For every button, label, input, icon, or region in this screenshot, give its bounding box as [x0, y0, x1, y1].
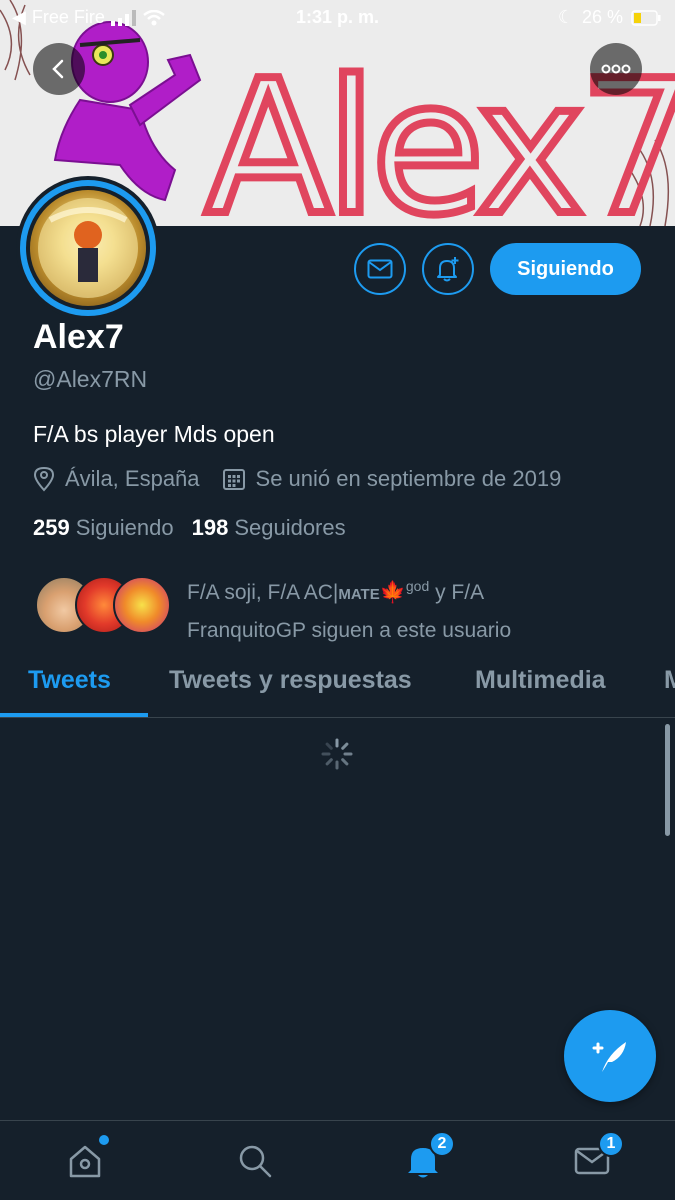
battery-percent: 26 %	[581, 7, 623, 27]
battery-icon	[631, 9, 661, 26]
profile-name: Alex7	[33, 318, 124, 356]
scrollbar[interactable]	[665, 724, 670, 836]
maple-leaf-emoji: 🍁	[379, 581, 406, 604]
compose-tweet-button[interactable]	[564, 1010, 656, 1102]
tab-likes[interactable]: M	[664, 666, 675, 695]
profile-meta: Ávila, España Se unió en septiembre de 2…	[33, 466, 583, 492]
home-unread-dot	[99, 1135, 109, 1145]
back-button[interactable]	[33, 43, 85, 95]
known-followers-line1-suffix: y F/A	[429, 581, 485, 604]
search-icon	[239, 1145, 272, 1178]
followers-count: 198	[191, 515, 229, 540]
followers-count-link[interactable]: 198 Seguidores	[192, 515, 346, 541]
profile-handle: @Alex7RN	[33, 366, 148, 392]
moon-icon: ☾	[557, 7, 574, 27]
tab-tweets[interactable]: Tweets	[28, 666, 111, 695]
tab-tweets-replies[interactable]: Tweets y respuestas	[169, 666, 412, 695]
notifications-badge: 2	[429, 1131, 455, 1157]
known-followers-mate: MATE	[338, 586, 380, 603]
message-button[interactable]	[354, 243, 406, 295]
known-followers[interactable]: F/A soji, F/A AC|MATE🍁god y F/A Franquit…	[33, 568, 653, 642]
profile-joined-date: Se unió en septiembre de 2019	[255, 466, 562, 491]
chevron-left-icon	[52, 59, 64, 79]
nav-search[interactable]	[233, 1139, 277, 1183]
following-button[interactable]: Siguiendo	[490, 243, 641, 295]
calendar-icon	[222, 469, 245, 490]
following-count: 259	[33, 515, 70, 540]
envelope-icon	[367, 259, 393, 279]
nav-messages[interactable]: 1	[570, 1131, 624, 1183]
nav-home[interactable]	[63, 1135, 109, 1183]
known-followers-line2: FranquitoGP siguen a este usuario	[187, 619, 512, 642]
profile-location: Ávila, España	[65, 466, 200, 491]
loading-spinner-icon	[321, 738, 353, 770]
messages-badge: 1	[598, 1131, 624, 1157]
nav-notifications[interactable]: 2	[401, 1131, 455, 1183]
followers-label: Seguidores	[234, 515, 346, 540]
following-count-link[interactable]: 259 Siguiendo	[33, 515, 174, 541]
known-followers-sup: god	[405, 578, 430, 594]
more-options-button[interactable]	[590, 43, 642, 95]
known-followers-line1-prefix: F/A soji, F/A AC|	[187, 581, 339, 604]
active-tab-indicator	[0, 713, 148, 717]
follow-counts: 259 Siguiendo 198 Seguidores	[33, 515, 346, 541]
status-bar: ◀ Free Fire 1:31 p. m. ☾ 26 %	[0, 0, 675, 36]
more-horizontal-icon	[601, 64, 631, 74]
bottom-navigation: 2 1	[0, 1120, 675, 1200]
profile-tabs: Tweets Tweets y respuestas Multimedia M	[0, 650, 675, 718]
profile-avatar[interactable]	[16, 176, 160, 320]
compose-feather-icon	[592, 1042, 626, 1072]
bell-plus-icon	[437, 257, 459, 282]
location-pin-icon	[33, 466, 55, 492]
tab-media[interactable]: Multimedia	[475, 666, 606, 695]
known-follower-avatar	[113, 576, 171, 634]
notify-button[interactable]	[422, 243, 474, 295]
following-label: Siguiendo	[75, 515, 174, 540]
home-icon	[69, 1145, 101, 1178]
profile-bio: F/A bs player Mds open	[33, 421, 275, 447]
